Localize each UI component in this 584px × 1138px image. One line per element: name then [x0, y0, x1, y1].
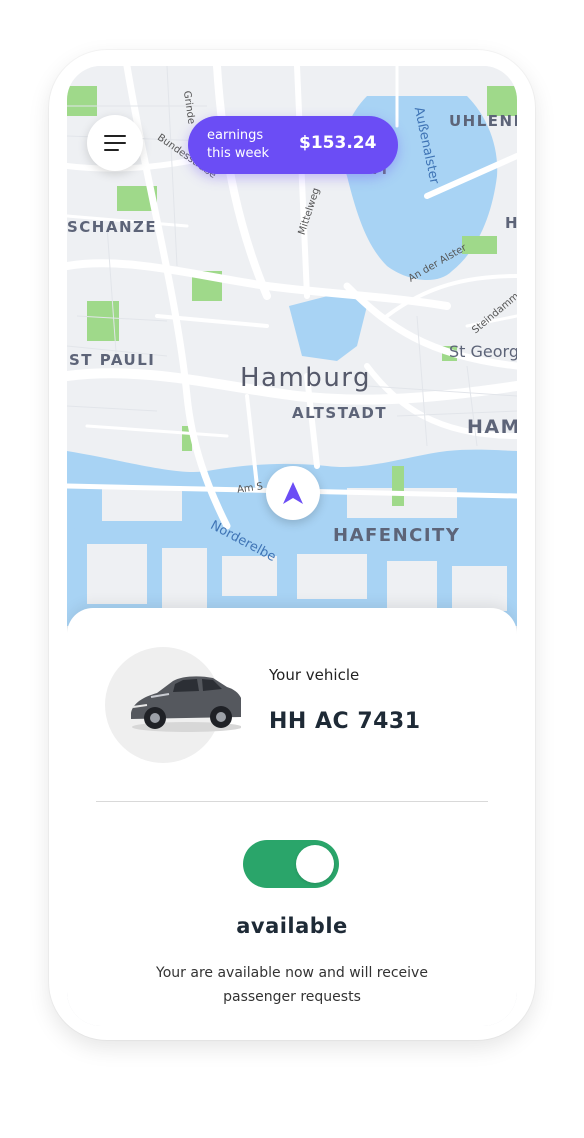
license-plate: HH AC 7431	[269, 709, 421, 734]
vehicle-image	[105, 647, 241, 763]
map-label-city: Hamburg	[240, 363, 372, 393]
hamburger-menu-icon	[104, 135, 126, 151]
divider	[96, 801, 488, 802]
menu-button[interactable]	[87, 115, 143, 171]
vehicle-label: Your vehicle	[269, 666, 360, 684]
earnings-pill[interactable]: earnings this week $153.24	[188, 116, 398, 174]
map-label-st-pauli: ST PAULI	[69, 351, 156, 369]
recenter-location-button[interactable]	[266, 466, 320, 520]
map-label-h: H	[505, 214, 517, 232]
navigation-arrow-icon	[283, 482, 303, 504]
map-label-altstadt: ALTSTADT	[292, 404, 388, 422]
map-label-uhlenh: UHLENH	[449, 112, 517, 130]
earnings-amount: $153.24	[299, 133, 377, 153]
earnings-label: earnings this week	[207, 127, 287, 163]
car-icon	[131, 676, 241, 732]
map-label-schanze: SCHANZE	[67, 218, 158, 236]
availability-status: available	[236, 914, 348, 938]
map-label-st-georg: St Georg	[449, 342, 517, 361]
earnings-label-line2: this week	[207, 146, 270, 161]
map-label-ham: HAM	[467, 416, 517, 438]
availability-description: Your are available now and will receive …	[156, 965, 428, 1005]
earnings-label-line1: earnings	[207, 128, 264, 143]
availability-toggle[interactable]	[243, 840, 339, 888]
toggle-knob	[296, 845, 334, 883]
vehicle-status-panel: Your vehicle HH AC 7431 available Your a…	[67, 608, 517, 1026]
app-screen: SCHANZE ST PAULI UHLENH ROTHERBAUM Hambu…	[67, 66, 517, 1026]
map-label-hafencity: HAFENCITY	[333, 525, 461, 546]
